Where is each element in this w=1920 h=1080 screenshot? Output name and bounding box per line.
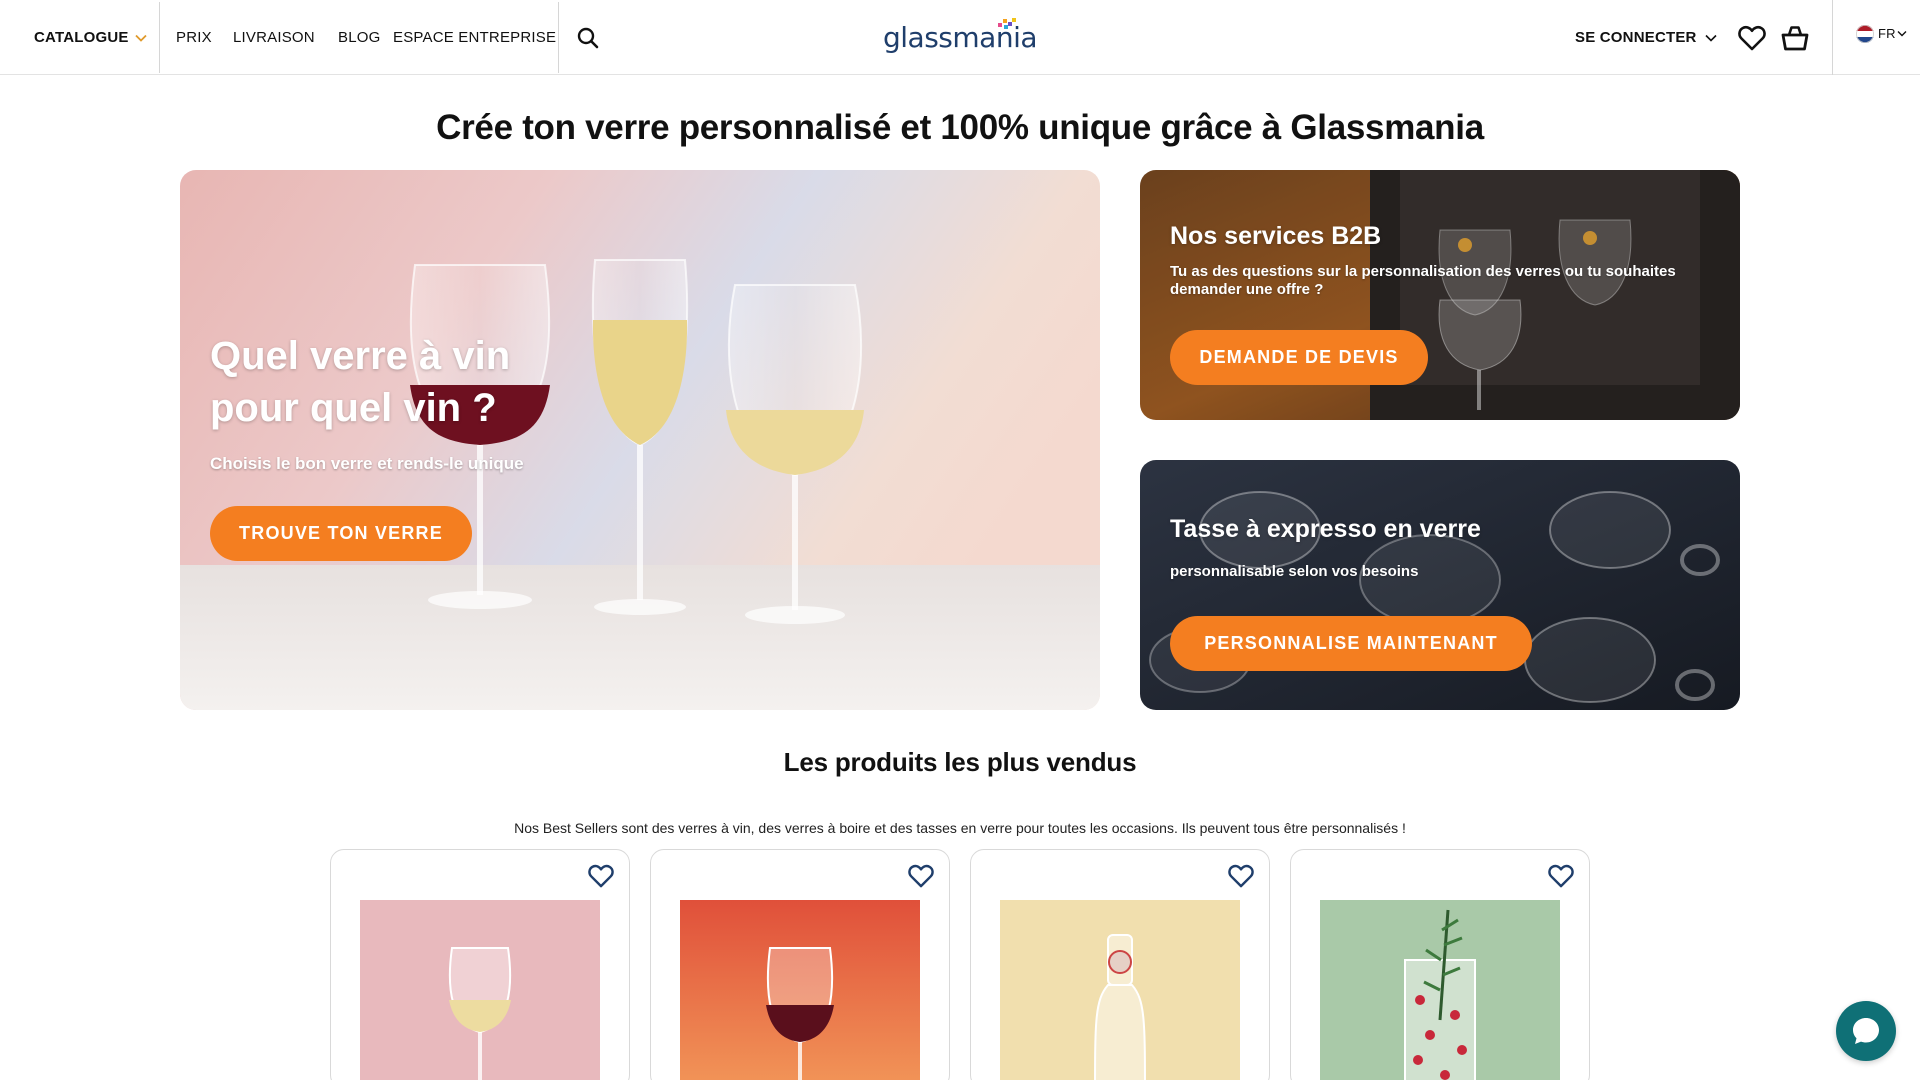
language-selector[interactable]: FR — [1856, 0, 1907, 71]
bestsellers-description: Nos Best Sellers sont des verres à vin, … — [514, 820, 1406, 836]
login-label: SE CONNECTER — [1575, 29, 1697, 46]
nav-divider — [558, 2, 559, 73]
wishlist-heart-icon[interactable] — [1228, 864, 1254, 888]
b2b-services-banner[interactable]: Nos services B2B Tu as des questions sur… — [1140, 170, 1740, 420]
personalize-now-button[interactable]: PERSONNALISE MAINTENANT — [1170, 616, 1532, 671]
product-card[interactable] — [1290, 849, 1590, 1080]
language-label: FR — [1878, 26, 1896, 41]
request-quote-button[interactable]: DEMANDE DE DEVIS — [1170, 330, 1428, 385]
nav-prix[interactable]: PRIX — [176, 0, 212, 75]
wishlist-heart-icon[interactable] — [1737, 24, 1767, 52]
nav-divider — [1832, 0, 1833, 75]
wine-glasses-image — [180, 170, 1100, 710]
cart-basket-icon[interactable] — [1779, 23, 1811, 53]
logo-mark-icon — [998, 18, 1016, 29]
nav-espace-entreprise-label: ESPACE ENTREPRISE — [393, 29, 557, 46]
nav-blog[interactable]: BLOG — [338, 0, 380, 75]
b2b-subtitle: Tu as des questions sur la personnalisat… — [1170, 263, 1676, 298]
site-header: CATALOGUE PRIX LIVRAISON BLOG ESPACE ENT… — [0, 0, 1920, 75]
chat-bubble-icon — [1853, 1018, 1879, 1044]
swing-top-bottle-image — [1000, 900, 1240, 1080]
banner-subtitle: Choisis le bon verre et rends-le unique — [210, 454, 524, 473]
product-card[interactable] — [330, 849, 630, 1080]
chevron-down-icon — [1705, 34, 1717, 42]
search-icon[interactable] — [574, 24, 602, 52]
red-wine-glass-image — [680, 900, 920, 1080]
banner-title-line-2: pour quel vin ? — [210, 386, 497, 430]
espresso-cup-banner[interactable]: Tasse à expresso en verre personnalisabl… — [1140, 460, 1740, 710]
nav-espace-entreprise[interactable]: ESPACE ENTREPRISE — [393, 0, 556, 75]
espresso-title: Tasse à expresso en verre — [1170, 515, 1481, 543]
wishlist-heart-icon[interactable] — [1548, 864, 1574, 888]
wishlist-heart-icon[interactable] — [588, 864, 614, 888]
espresso-subtitle: personnalisable selon vos besoins — [1170, 563, 1419, 580]
nav-catalogue-label: CATALOGUE — [34, 29, 129, 46]
cocktail-highball-glass-image — [1320, 900, 1560, 1080]
product-card[interactable] — [650, 849, 950, 1080]
chat-widget-button[interactable] — [1836, 1001, 1896, 1061]
espresso-cups-image — [1140, 460, 1740, 710]
find-glass-button[interactable]: TROUVE TON VERRE — [210, 506, 472, 561]
page-title: Crée ton verre personnalisé et 100% uniq… — [436, 108, 1484, 147]
nav-divider — [159, 2, 160, 73]
wine-glass-banner[interactable]: Quel verre à vin pour quel vin ? Choisis… — [180, 170, 1100, 710]
site-logo[interactable]: glassmania — [883, 14, 1038, 60]
b2b-title: Nos services B2B — [1170, 222, 1382, 250]
wishlist-heart-icon[interactable] — [908, 864, 934, 888]
nav-livraison[interactable]: LIVRAISON — [233, 0, 315, 75]
nav-livraison-label: LIVRAISON — [233, 29, 315, 46]
chevron-down-icon — [1897, 31, 1907, 37]
banner-title-line-1: Quel verre à vin — [210, 334, 511, 378]
netherlands-flag-icon — [1856, 24, 1874, 43]
nav-blog-label: BLOG — [338, 29, 381, 46]
bestsellers-title: Les produits les plus vendus — [783, 747, 1137, 777]
white-wine-glass-image — [360, 900, 600, 1080]
banner-title: Quel verre à vin pour quel vin ? — [210, 330, 510, 434]
nav-catalogue[interactable]: CATALOGUE — [34, 0, 147, 75]
nav-prix-label: PRIX — [176, 29, 212, 46]
chevron-down-icon — [134, 34, 147, 42]
product-card[interactable] — [970, 849, 1270, 1080]
login-link[interactable]: SE CONNECTER — [1575, 0, 1717, 75]
